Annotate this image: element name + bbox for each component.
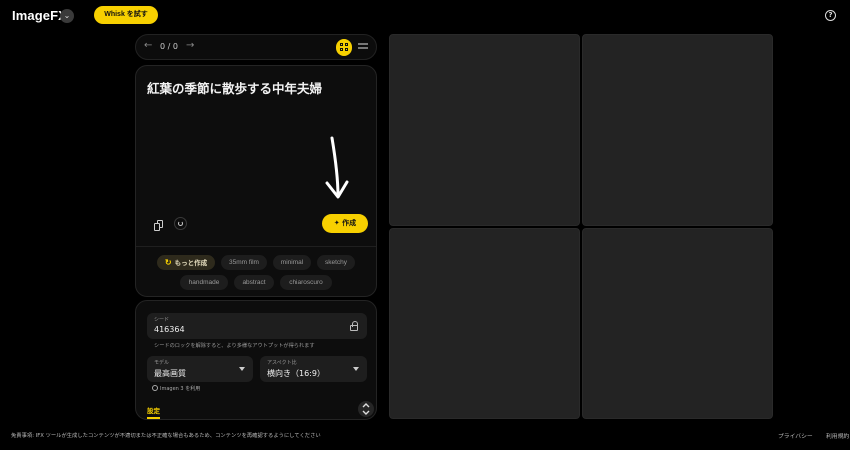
arrow-right-icon[interactable]: →: [186, 40, 194, 51]
tab-settings[interactable]: 設定: [147, 405, 160, 415]
hand-drawn-arrow: [325, 136, 349, 199]
list-view-icon[interactable]: [358, 43, 368, 52]
copy-icon[interactable]: [154, 220, 163, 231]
model-select[interactable]: モデル 最高画質: [147, 356, 253, 382]
footer-disclaimer: 免責事項: IFX ツールが生成したコンテンツが不適切または不正確な場合もあるた…: [11, 433, 321, 439]
style-chip-sketchy[interactable]: sketchy: [317, 255, 355, 270]
top-bar: ImageFX ⌄ Whisk を試す ?: [0, 0, 850, 32]
info-icon: [152, 385, 158, 391]
caret-down-icon: [239, 367, 245, 371]
model-note: Imagen 3 を利用: [152, 385, 200, 392]
seed-hint: シードのロックを解除すると、より多様なアウトプットが得られます: [154, 343, 315, 349]
settings-card: シード 416364 シードのロックを解除すると、より多様なアウトプットが得られ…: [135, 300, 377, 420]
image-tile-4[interactable]: [582, 228, 773, 419]
model-value: 最高画質: [154, 369, 186, 378]
model-note-text: Imagen 3 を利用: [160, 386, 201, 392]
prompt-textarea[interactable]: 紅葉の季節に散歩する中年夫婦: [147, 78, 322, 97]
more-create-label: もっと作成: [174, 260, 208, 267]
style-chip-chiaroscuro[interactable]: chiaroscuro: [280, 275, 332, 290]
privacy-link[interactable]: プライバシー: [778, 431, 813, 440]
seed-field[interactable]: シード 416364: [147, 313, 367, 339]
aspect-ratio-label: アスペクト比: [267, 360, 297, 366]
terms-link[interactable]: 利用規約: [826, 431, 850, 440]
image-counter: 0 / 0: [160, 42, 178, 51]
seed-label: シード: [154, 317, 170, 323]
image-tile-2[interactable]: [582, 34, 773, 226]
lock-open-icon[interactable]: [350, 321, 358, 331]
refresh-icon: ↻: [164, 258, 172, 267]
aspect-ratio-select[interactable]: アスペクト比 横向き（16:9）: [260, 356, 367, 382]
image-tile-3[interactable]: [389, 228, 580, 419]
style-chip-handmade[interactable]: handmade: [180, 275, 228, 290]
arrow-left-icon[interactable]: ←: [144, 40, 152, 51]
card-divider: [136, 246, 376, 247]
style-chip-minimal[interactable]: minimal: [273, 255, 311, 270]
create-button[interactable]: ✦ 作成: [322, 214, 368, 233]
seed-value[interactable]: 416364: [154, 325, 185, 334]
tab-settings-indicator: [147, 417, 160, 419]
grid-view-icon[interactable]: [336, 39, 352, 56]
style-chip-abstract[interactable]: abstract: [234, 275, 274, 290]
more-create-chip[interactable]: ↻ もっと作成: [157, 255, 215, 270]
style-chip-35mm-film[interactable]: 35mm film: [221, 255, 267, 270]
collapse-icon[interactable]: [358, 401, 374, 417]
app-menu-button[interactable]: ⌄: [60, 9, 74, 23]
view-toggle: [336, 39, 372, 56]
help-icon[interactable]: ?: [825, 10, 836, 21]
model-label: モデル: [154, 360, 170, 366]
image-navigation-bar: ← 0 / 0 →: [135, 34, 377, 60]
prompt-card: 紅葉の季節に散歩する中年夫婦 ✦ 作成 ↻ もっと作成 35mm film min…: [135, 65, 377, 297]
app-logo[interactable]: ImageFX: [12, 8, 67, 23]
caret-down-icon: [353, 367, 359, 371]
try-whisk-button[interactable]: Whisk を試す: [94, 6, 158, 24]
reset-icon[interactable]: [174, 217, 187, 230]
aspect-ratio-value: 横向き（16:9）: [267, 369, 325, 378]
image-tile-1[interactable]: [389, 34, 580, 226]
